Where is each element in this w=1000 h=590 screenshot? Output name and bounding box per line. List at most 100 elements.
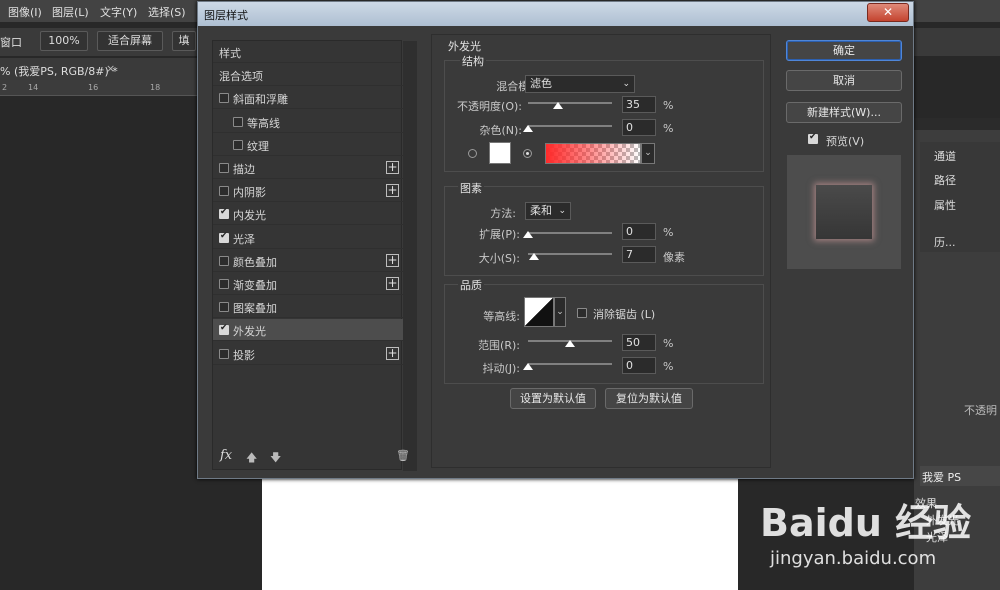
range-input[interactable]: 50 [622,334,656,351]
style-item[interactable]: 描边 + [213,157,403,179]
preview-checkbox[interactable] [808,132,818,144]
solid-color-radio[interactable] [468,149,477,158]
style-item-checkbox[interactable] [219,279,229,289]
add-style-icon[interactable]: + [386,277,399,290]
style-item-checkbox[interactable] [219,186,229,197]
watermark-logo: Baidu 经验 [760,501,972,545]
style-item-checkbox[interactable] [233,139,243,150]
style-item[interactable]: 光泽 [213,227,403,249]
ok-button[interactable]: 确定 [786,40,902,61]
style-item[interactable]: 斜面和浮雕 [213,87,403,110]
blend-mode-select[interactable]: 滤色 ⌄ [525,75,635,93]
antialias-label: 消除锯齿 (L) [593,308,656,321]
menu-select[interactable]: 选择(S) [148,4,186,20]
move-up-icon[interactable]: 🡅 [246,449,257,468]
spread-slider-thumb[interactable] [523,231,533,238]
document-canvas[interactable] [262,478,738,590]
menu-type[interactable]: 文字(Y) [100,4,137,20]
close-icon[interactable]: ✕ [867,3,909,22]
panel-history[interactable]: 历... [934,234,956,250]
gradient-fill [546,144,640,163]
style-item[interactable]: 颜色叠加 + [213,250,403,272]
spread-slider[interactable] [528,232,612,234]
baidu-watermark: Baidu 经验 jingyan.baidu.com [760,478,990,578]
panel-paths[interactable]: 路径 [934,172,956,188]
style-item-checkbox[interactable] [233,116,243,127]
style-item-label: 纹理 [247,139,269,153]
add-style-icon[interactable]: + [386,161,399,174]
noise-input[interactable]: 0 [622,119,656,136]
zoom-100-button[interactable]: 100% [40,31,88,51]
panel-channels[interactable]: 通道 [934,148,956,164]
fx-icon[interactable]: fx [220,448,232,463]
gradient-swatch[interactable] [545,143,641,164]
style-item[interactable]: 外发光 [213,319,403,342]
move-down-icon[interactable]: 🡇 [270,449,281,468]
style-item-checkbox[interactable] [219,302,229,313]
cancel-button[interactable]: 取消 [786,70,902,91]
style-item[interactable]: 等高线 [213,111,403,133]
jitter-label: 抖动(J): [482,362,520,375]
menu-layer[interactable]: 图层(L) [52,4,89,20]
style-item[interactable]: 样式 [213,41,403,63]
antialias-checkbox[interactable] [577,308,587,318]
style-preview [786,154,902,270]
solid-color-swatch[interactable] [489,142,511,164]
style-item[interactable]: 渐变叠加 + [213,273,403,295]
style-item[interactable]: 投影 + [213,343,403,365]
style-item-label: 样式 [219,47,241,60]
style-item[interactable]: 混合选项 [213,64,403,87]
menu-image[interactable]: 图像(I) [8,4,42,20]
add-style-icon[interactable]: + [386,346,399,360]
opacity-slider-thumb[interactable] [553,102,563,109]
noise-slider-thumb[interactable] [523,125,533,132]
spread-input[interactable]: 0 [622,223,656,240]
contour-chevron-icon[interactable]: ⌄ [554,297,566,327]
chevron-down-icon: ⌄ [558,206,566,216]
opacity-input[interactable]: 35 [622,96,656,113]
document-tab-label: % (我爱PS, RGB/8#) * [0,65,118,78]
style-item[interactable]: 内发光 [213,203,403,226]
size-slider-thumb[interactable] [529,253,539,260]
technique-select[interactable]: 柔和 ⌄ [525,202,571,220]
contour-swatch[interactable] [524,297,554,327]
size-input[interactable]: 7 [622,246,656,263]
new-style-button[interactable]: 新建样式(W)... [786,102,902,123]
style-item-label: 光泽 [233,232,255,246]
panel-list: 通道 路径 属性 历... [920,142,1000,252]
styles-scrollbar[interactable] [403,41,417,471]
jitter-slider[interactable] [528,363,612,365]
dialog-titlebar[interactable]: 图层样式 ✕ [198,2,913,26]
style-item-checkbox[interactable] [219,93,229,104]
trash-icon[interactable]: 🗑 [396,449,410,462]
range-slider-thumb[interactable] [565,340,575,347]
style-item-checkbox[interactable] [219,348,229,359]
opacity-slider[interactable] [528,102,612,104]
style-item-checkbox[interactable] [219,323,229,336]
jitter-slider-thumb[interactable] [523,363,533,370]
style-item-label: 图案叠加 [233,302,277,316]
jitter-input[interactable]: 0 [622,357,656,374]
fit-screen-button[interactable]: 适合屏幕 [97,31,163,51]
style-item[interactable]: 图案叠加 [213,296,403,319]
style-item-checkbox[interactable] [219,163,229,173]
elements-title: 图素 [458,180,484,196]
add-style-icon[interactable]: + [386,184,399,198]
reset-default-button[interactable]: 复位为默认值 [605,388,693,409]
style-item[interactable]: 内阴影 + [213,180,403,203]
add-style-icon[interactable]: + [386,253,399,267]
gradient-radio[interactable] [523,149,532,158]
size-slider[interactable] [528,253,612,255]
style-item-checkbox[interactable] [219,231,229,243]
fill-screen-button[interactable]: 填 [172,31,196,51]
close-tab-icon[interactable]: × [106,62,115,75]
gradient-chevron-icon[interactable]: ⌄ [641,143,655,164]
panel-properties[interactable]: 属性 [934,197,956,213]
document-tab[interactable]: % (我爱PS, RGB/8#) * × [0,58,200,80]
style-item-checkbox[interactable] [219,207,229,220]
style-item-checkbox[interactable] [219,255,229,266]
style-item[interactable]: 纹理 [213,134,403,156]
noise-slider[interactable] [528,125,612,127]
style-item-label: 等高线 [247,116,280,130]
make-default-button[interactable]: 设置为默认值 [510,388,596,409]
